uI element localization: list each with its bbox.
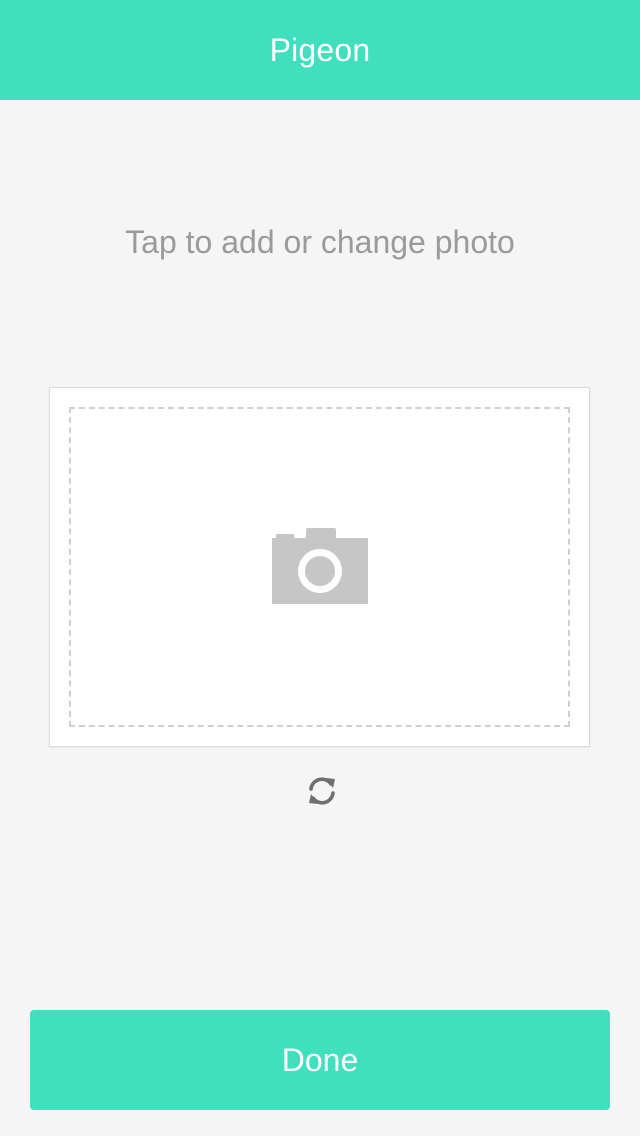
rotate-photo-button[interactable] <box>302 771 342 811</box>
app-title: Pigeon <box>269 31 371 68</box>
add-photo-prompt: Tap to add or change photo <box>125 224 515 260</box>
photo-picker[interactable] <box>49 387 590 747</box>
done-button[interactable]: Done <box>30 1010 610 1110</box>
app-header: Pigeon <box>0 0 640 100</box>
camera-icon <box>271 528 368 604</box>
refresh-icon <box>309 777 335 805</box>
photo-drop-area[interactable] <box>69 407 570 727</box>
